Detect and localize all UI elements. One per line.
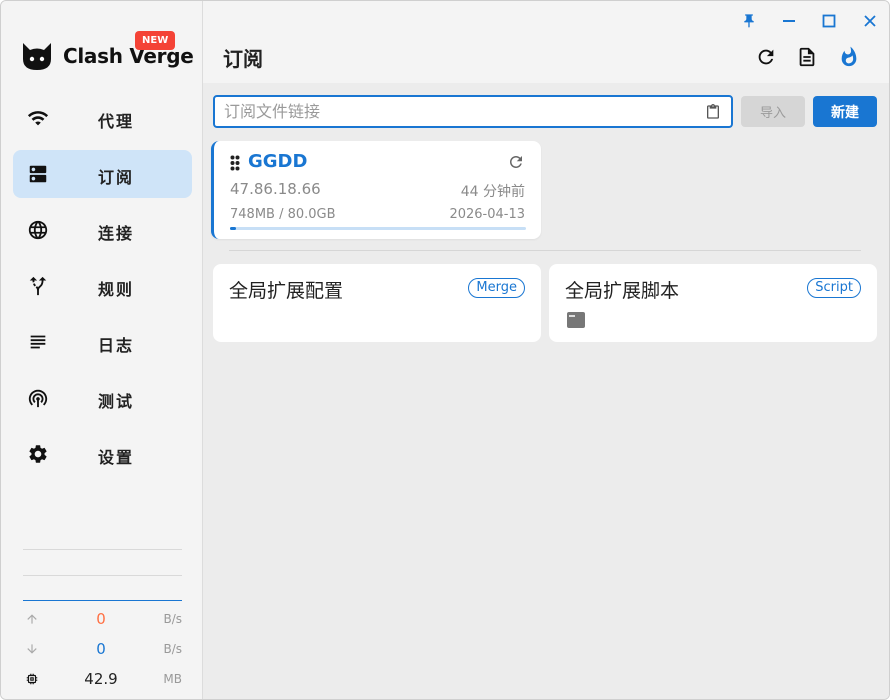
app-window: Clash Verge NEW 代理 订阅 连接 规则 日志 测试 设置 0 B… (0, 0, 890, 700)
globe-icon (27, 219, 49, 241)
sidebar: Clash Verge NEW 代理 订阅 连接 规则 日志 测试 设置 0 B… (1, 1, 203, 699)
script-tag: Script (807, 278, 861, 298)
sidebar-nav: 代理 订阅 连接 规则 日志 测试 设置 (13, 94, 192, 486)
sidebar-divider (23, 549, 182, 550)
traffic-graph-baseline[interactable] (23, 600, 182, 601)
memory-usage[interactable]: 42.9 MB (23, 668, 182, 692)
sidebar-item-proxy[interactable]: 代理 (13, 94, 192, 142)
close-icon[interactable] (859, 11, 881, 31)
document-icon[interactable] (795, 45, 819, 69)
refresh-icon[interactable] (754, 45, 778, 69)
ext-card-title: 全局扩展配置 (229, 280, 344, 302)
memory-unit: MB (163, 672, 182, 686)
upload-unit: B/s (163, 612, 182, 626)
profile-updated: 44 分钟前 (460, 184, 525, 200)
memory-value: 42.9 (84, 670, 118, 688)
upload-value: 0 (96, 610, 106, 628)
sidebar-item-label: 代理 (98, 112, 135, 131)
cat-logo-icon (23, 43, 51, 70)
gear-icon (27, 443, 49, 465)
merge-tag: Merge (468, 278, 525, 298)
script-file-icon[interactable] (567, 312, 585, 328)
download-traffic: 0 B/s (23, 638, 182, 662)
memory-chip-icon (25, 672, 39, 686)
route-icon (27, 275, 49, 297)
profile-refresh-icon[interactable] (507, 153, 525, 171)
import-button[interactable]: 导入 (741, 96, 805, 127)
profile-host: 47.86.18.66 (230, 180, 321, 198)
usage-progress-fill (230, 227, 236, 230)
usage-progress-bar (230, 227, 526, 230)
sidebar-item-label: 测试 (98, 392, 135, 411)
download-unit: B/s (163, 642, 182, 656)
wifi-icon (27, 107, 49, 129)
section-divider (229, 250, 861, 251)
sidebar-item-connections[interactable]: 连接 (13, 206, 192, 254)
profile-card[interactable]: GGDD 47.86.18.66 44 分钟前 748MB / 80.0GB 2… (211, 141, 541, 239)
page-title: 订阅 (223, 47, 263, 71)
pin-icon[interactable] (738, 11, 760, 31)
minimize-icon[interactable] (778, 11, 800, 31)
radar-icon (27, 387, 49, 409)
arrow-down-icon (25, 642, 39, 656)
sidebar-item-label: 连接 (98, 224, 135, 243)
global-script-card[interactable]: 全局扩展脚本 Script (549, 264, 877, 342)
main-content: 导入 新建 GGDD 47.86.18.66 44 分钟前 748MB / 80… (203, 83, 889, 699)
sidebar-item-rules[interactable]: 规则 (13, 262, 192, 310)
clipboard-paste-icon[interactable] (705, 103, 721, 121)
sidebar-item-label: 设置 (98, 448, 135, 467)
subscription-url-input[interactable] (215, 97, 685, 126)
maximize-icon[interactable] (818, 11, 840, 31)
drag-handle-icon[interactable] (230, 155, 240, 171)
global-merge-card[interactable]: 全局扩展配置 Merge (213, 264, 541, 342)
sidebar-item-logs[interactable]: 日志 (13, 318, 192, 366)
subscription-url-field[interactable] (213, 95, 733, 128)
profile-expire-date: 2026-04-13 (449, 207, 525, 222)
profile-usage: 748MB / 80.0GB (230, 207, 336, 222)
new-profile-button[interactable]: 新建 (813, 96, 877, 127)
sidebar-item-label: 订阅 (98, 168, 135, 187)
header: 订阅 (203, 1, 889, 83)
sidebar-item-test[interactable]: 测试 (13, 374, 192, 422)
sidebar-divider (23, 575, 182, 576)
sidebar-item-label: 规则 (98, 280, 135, 299)
ext-card-title: 全局扩展脚本 (565, 280, 680, 302)
upload-traffic: 0 B/s (23, 608, 182, 632)
sidebar-item-settings[interactable]: 设置 (13, 430, 192, 478)
fire-icon[interactable] (837, 45, 861, 69)
profile-name: GGDD (248, 151, 308, 172)
subject-icon (27, 331, 49, 353)
download-value: 0 (96, 640, 106, 658)
new-badge[interactable]: NEW (135, 31, 176, 50)
dns-icon (27, 163, 49, 185)
sidebar-item-profiles[interactable]: 订阅 (13, 150, 192, 198)
sidebar-item-label: 日志 (98, 336, 135, 355)
arrow-up-icon (25, 612, 39, 626)
